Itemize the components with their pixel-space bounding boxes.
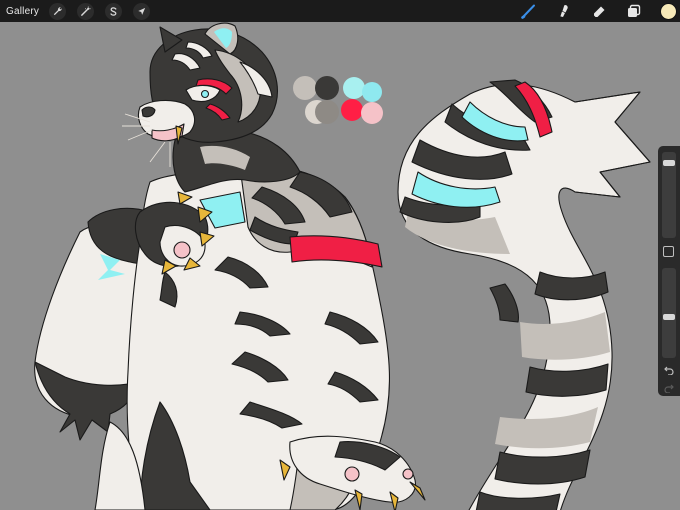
procreate-app: Gallery: [0, 0, 680, 510]
undo-arrow-icon[interactable]: [661, 364, 677, 376]
adjustments-wand-icon[interactable]: [77, 2, 95, 20]
transform-arrow-icon[interactable]: [133, 2, 151, 20]
smudge-icon[interactable]: [555, 2, 573, 20]
brush-size-thumb[interactable]: [663, 160, 675, 166]
top-toolbar: Gallery: [0, 0, 680, 22]
right-tool-group: [503, 0, 676, 22]
redo-arrow-icon[interactable]: [661, 382, 677, 394]
brush-size-slider[interactable]: [662, 152, 676, 238]
gallery-button[interactable]: Gallery: [6, 6, 39, 17]
opacity-thumb[interactable]: [663, 314, 675, 320]
eraser-icon[interactable]: [590, 2, 608, 20]
swatch-mid: [315, 100, 339, 124]
brush-icon[interactable]: [520, 2, 538, 20]
actions-wrench-icon[interactable]: [49, 2, 67, 20]
swatch-dark: [315, 76, 339, 100]
swatch-grey: [293, 76, 317, 100]
swatch-pink: [361, 102, 383, 124]
modify-button[interactable]: [663, 246, 674, 257]
layers-icon[interactable]: [625, 2, 643, 20]
sidebar-panel: [658, 146, 680, 396]
drawing-canvas[interactable]: [0, 22, 680, 510]
selection-s-icon[interactable]: [105, 2, 123, 20]
artwork-tiger-character: [0, 22, 680, 510]
swatch-cyan-light: [343, 77, 365, 99]
swatch-cyan: [362, 82, 382, 102]
opacity-slider[interactable]: [662, 268, 676, 358]
current-color-swatch[interactable]: [661, 3, 676, 19]
swatch-red: [341, 99, 363, 121]
